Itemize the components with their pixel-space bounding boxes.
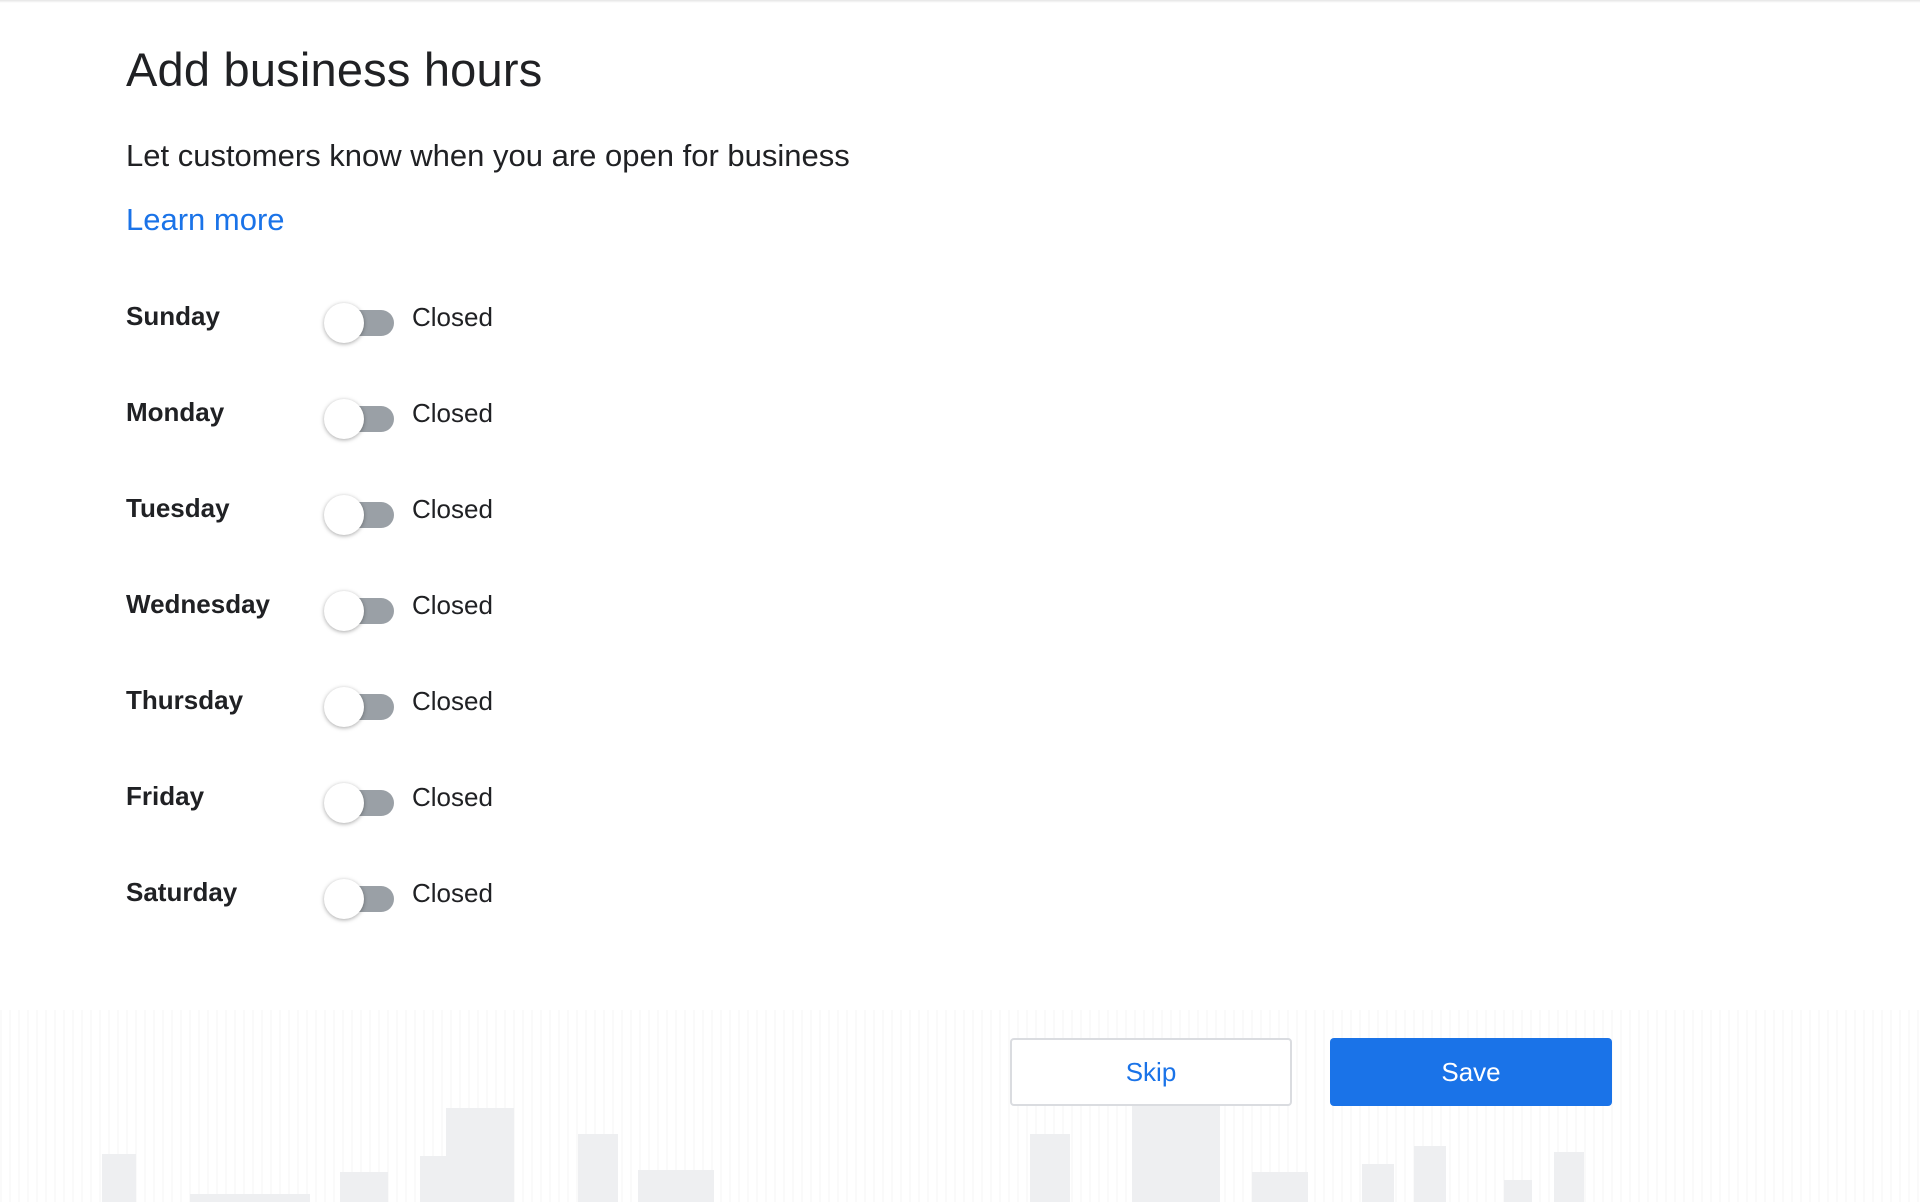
skyline-illustration <box>0 1010 1920 1202</box>
page-subtitle: Let customers know when you are open for… <box>126 138 850 173</box>
day-toggle-sunday[interactable] <box>324 300 396 343</box>
day-label: Sunday <box>126 301 220 331</box>
day-row-monday: Monday Closed <box>126 386 726 482</box>
day-status: Closed <box>412 302 493 332</box>
day-row-wednesday: Wednesday Closed <box>126 578 726 674</box>
business-hours-list: Sunday Closed Monday Closed Tuesday Clos… <box>126 290 726 962</box>
day-row-friday: Friday Closed <box>126 770 726 866</box>
day-toggle-thursday[interactable] <box>324 684 396 727</box>
day-status: Closed <box>412 590 493 620</box>
day-toggle-friday[interactable] <box>324 780 396 823</box>
day-toggle-tuesday[interactable] <box>324 492 396 535</box>
day-toggle-saturday[interactable] <box>324 876 396 919</box>
day-toggle-monday[interactable] <box>324 396 396 439</box>
day-status: Closed <box>412 782 493 812</box>
day-row-thursday: Thursday Closed <box>126 674 726 770</box>
day-toggle-wednesday[interactable] <box>324 588 396 631</box>
day-row-sunday: Sunday Closed <box>126 290 726 386</box>
day-label: Tuesday <box>126 493 230 523</box>
day-status: Closed <box>412 686 493 716</box>
day-label: Monday <box>126 397 225 427</box>
day-label: Saturday <box>126 877 238 907</box>
day-row-tuesday: Tuesday Closed <box>126 482 726 578</box>
day-label: Thursday <box>126 685 244 715</box>
save-button[interactable]: Save <box>1330 1038 1612 1106</box>
day-label: Wednesday <box>126 589 271 619</box>
day-status: Closed <box>412 878 493 908</box>
day-status: Closed <box>412 494 493 524</box>
day-label: Friday <box>126 781 205 811</box>
page-title: Add business hours <box>126 43 543 96</box>
learn-more-link[interactable]: Learn more <box>126 202 285 238</box>
day-row-saturday: Saturday Closed <box>126 866 726 962</box>
day-status: Closed <box>412 398 493 428</box>
top-divider <box>0 0 1920 3</box>
skip-button[interactable]: Skip <box>1010 1038 1292 1106</box>
